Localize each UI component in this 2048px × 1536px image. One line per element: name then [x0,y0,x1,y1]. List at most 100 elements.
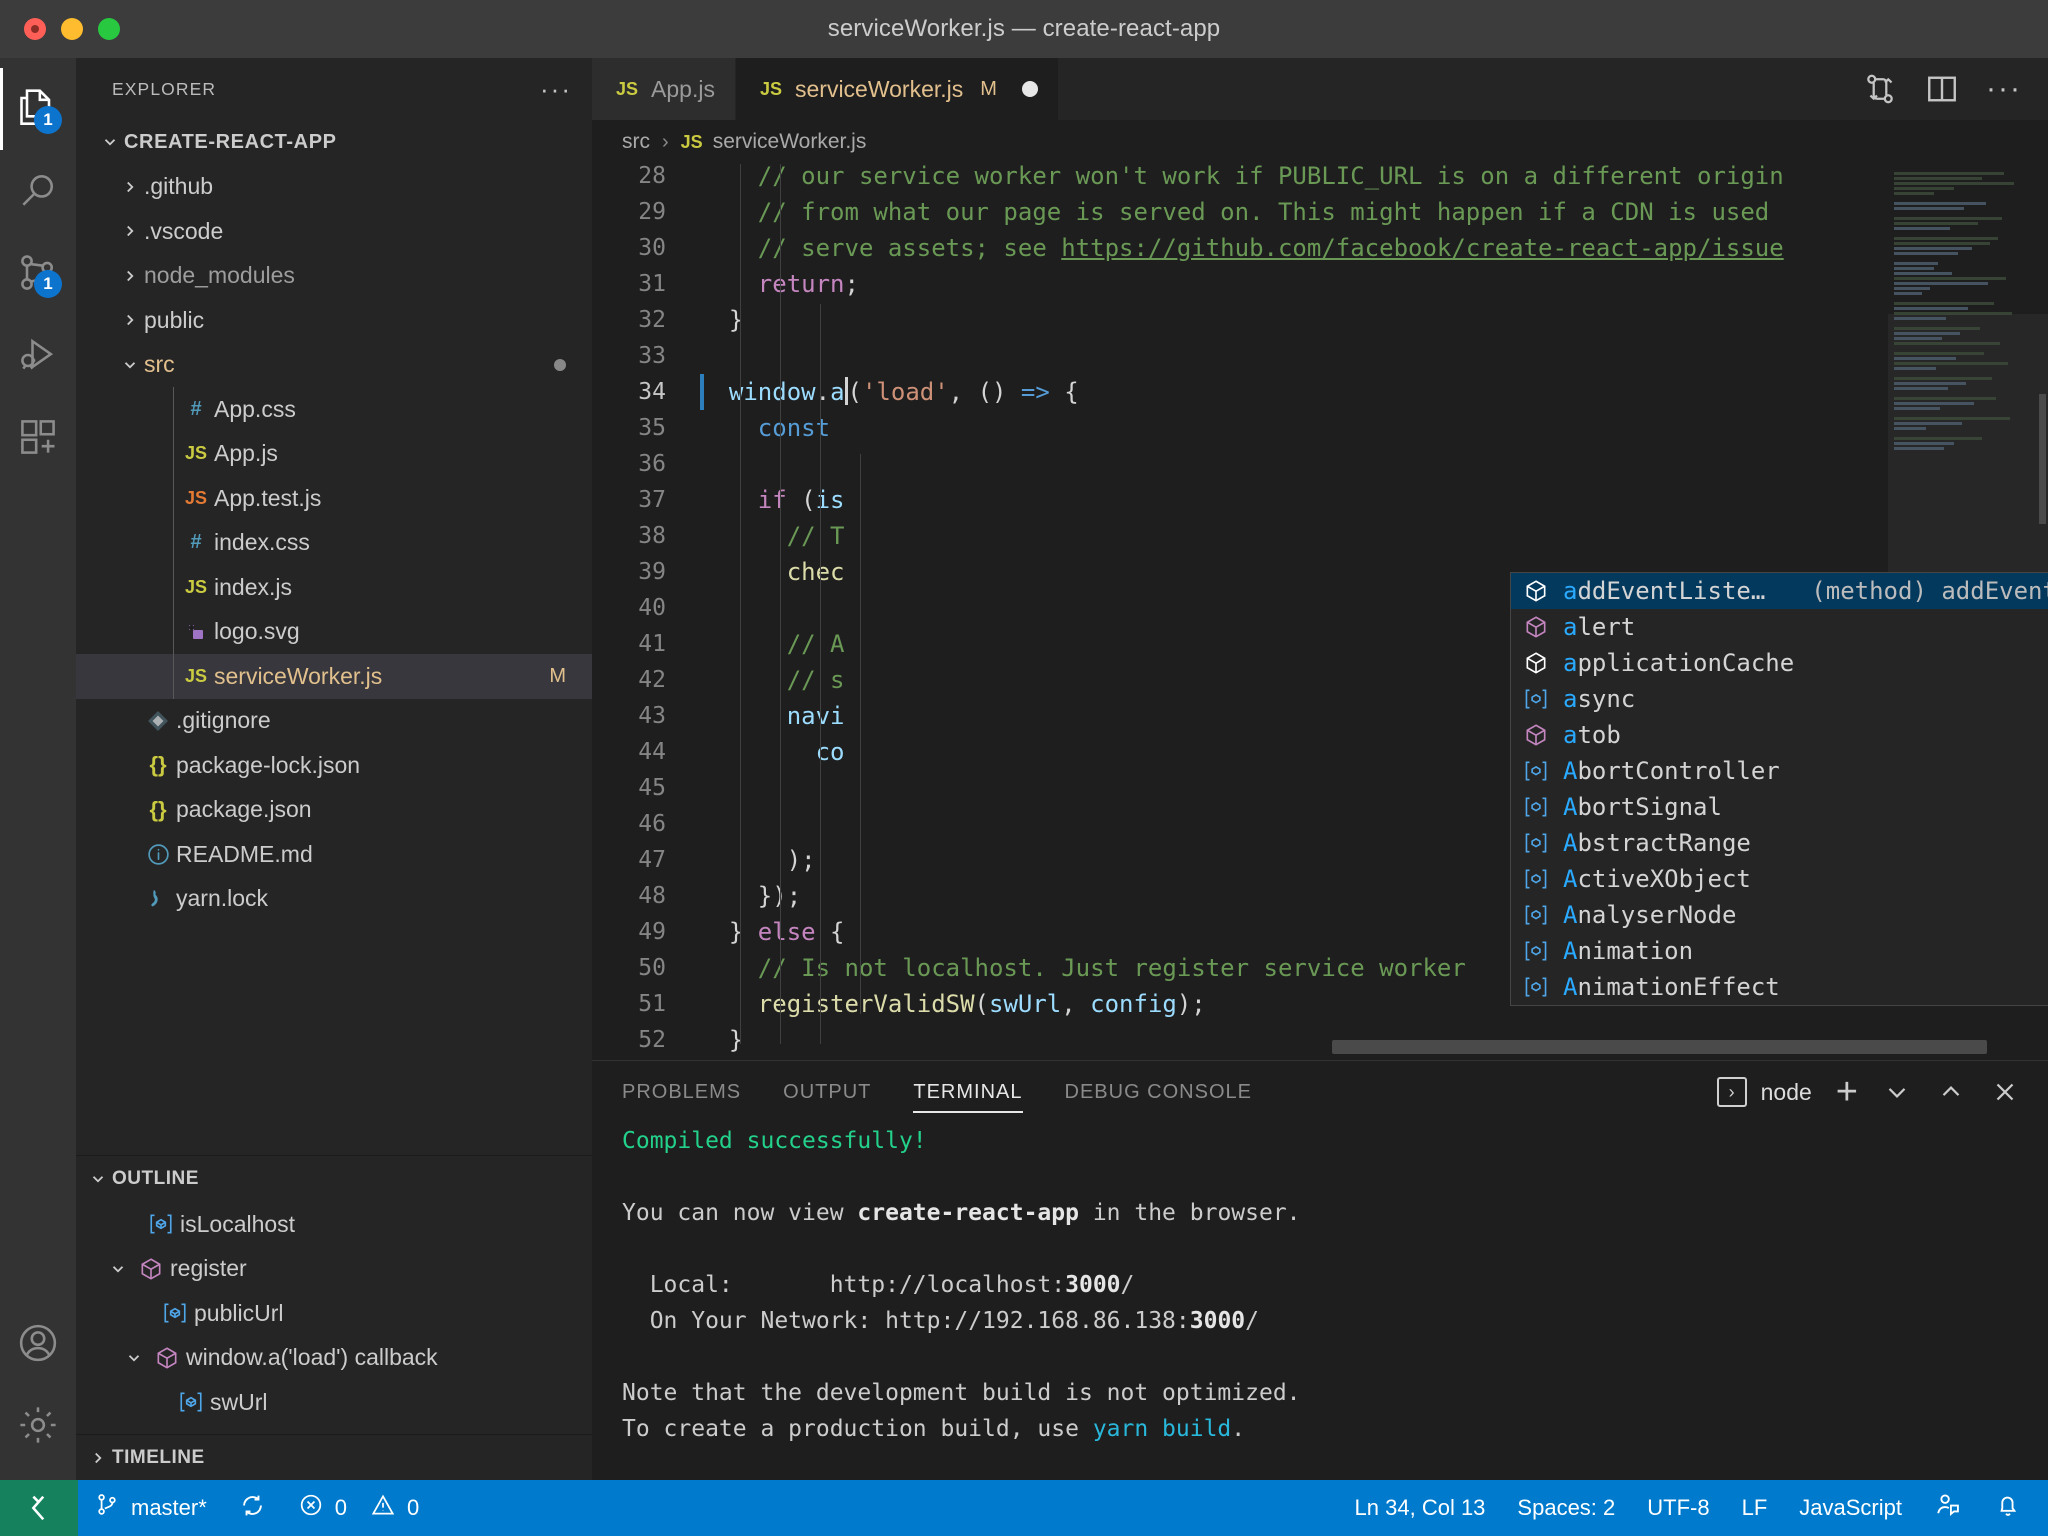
close-window-button[interactable] [24,18,46,40]
tree-item-yarn-lock[interactable]: yarn.lock [76,877,592,922]
more-actions-icon[interactable]: ··· [1986,74,2022,104]
git-branch-icon [94,1492,120,1524]
tree-item-readme-md[interactable]: README.md [76,832,592,877]
activity-bar-bottom [0,1302,76,1480]
split-diff-icon[interactable] [1862,71,1898,107]
editor-horizontal-scrollbar[interactable] [1332,1040,1987,1054]
line-text: // Is not localhost. Just register servi… [700,954,1466,982]
suggestion-item[interactable]: AbortSignal [1511,789,2048,825]
outline-item-label: window.a('load') callback [186,1344,438,1371]
minimize-window-button[interactable] [61,18,83,40]
tree-item-vscode[interactable]: .vscode [76,209,592,254]
suggestion-item[interactable]: AnalyserNode [1511,897,2048,933]
terminal-line-note1: Note that the development build is not o… [622,1380,1301,1406]
status-branch[interactable]: master* [78,1480,223,1536]
status-sync[interactable] [223,1480,282,1536]
suggestion-item[interactable]: AnimationEffect [1511,969,2048,1005]
tab-app-js[interactable]: JS App.js [592,58,736,120]
tree-item-github[interactable]: .github [76,165,592,210]
status-eol[interactable]: LF [1726,1480,1784,1536]
tree-item-app-js[interactable]: JS App.js [76,431,592,476]
suggestion-item[interactable]: AbortController [1511,753,2048,789]
terminal-selector[interactable]: › node [1716,1077,1812,1107]
tree-item-app-css[interactable]: # App.css [76,387,592,432]
activity-search[interactable] [0,150,76,232]
close-panel-icon[interactable] [1990,1077,2020,1107]
outline-item-window-load-callback[interactable]: window.a('load') callback [76,1336,592,1381]
tree-item-index-css[interactable]: # index.css [76,520,592,565]
suggestion-item[interactable]: alert [1511,609,2048,645]
suggestion-item[interactable]: addEventListe… (method) addEventListener… [1511,573,2048,609]
outline-item-islocalhost[interactable]: isLocalhost [76,1202,592,1247]
timeline-header[interactable]: TIMELINE [76,1434,592,1480]
json-icon: {} [149,752,167,778]
activity-source-control[interactable]: 1 [0,232,76,314]
split-editor-icon[interactable] [1924,71,1960,107]
breadcrumb-service-worker-js[interactable]: JS serviceWorker.js [681,130,867,154]
tree-item-logo-svg[interactable]: logo.svg [76,609,592,654]
tree-item-package-json[interactable]: {} package.json [76,788,592,833]
tab-label: App.js [651,75,715,102]
tree-item-src[interactable]: src [76,343,592,388]
activity-run-debug[interactable] [0,314,76,396]
terminal-line-note2: To create a production build, use yarn b… [622,1416,1246,1442]
status-live-share[interactable] [1918,1480,1978,1536]
tree-item-node-modules[interactable]: node_modules [76,254,592,299]
terminal-dropdown-icon[interactable] [1882,1077,1912,1107]
tree-item-label: package-lock.json [176,751,361,778]
tree-item-index-js[interactable]: JS index.js [76,565,592,610]
json-icon: {} [149,796,167,822]
tree-item-package-lock-json[interactable]: {} package-lock.json [76,743,592,788]
outline-item-register[interactable]: register [76,1247,592,1292]
activity-explorer[interactable]: 1 [0,68,76,150]
tab-output[interactable]: OUTPUT [783,1061,871,1123]
outline-item-publicurl[interactable]: publicUrl [76,1291,592,1336]
tab-dirty-indicator[interactable] [1021,81,1038,97]
tree-item-label: App.test.js [214,484,322,511]
tree-item-gitignore[interactable]: .gitignore [76,699,592,744]
status-indentation[interactable]: Spaces: 2 [1501,1480,1631,1536]
suggestion-item[interactable]: Animation [1511,933,2048,969]
tab-problems[interactable]: PROBLEMS [622,1061,741,1123]
tab-terminal[interactable]: TERMINAL [913,1061,1023,1123]
outline-item-label: navigator.serviceWorker.read [210,1433,507,1434]
outline-item-swurl[interactable]: swUrl [76,1380,592,1425]
suggestion-item[interactable]: atob [1511,717,2048,753]
chevron-right-icon [116,311,144,329]
line-number: 39 [638,559,666,585]
suggestion-item[interactable]: AbstractRange [1511,825,2048,861]
breadcrumb-src[interactable]: src [622,130,650,154]
tab-debug-console[interactable]: DEBUG CONSOLE [1065,1061,1252,1123]
editor-vertical-scrollbar[interactable] [2039,394,2046,524]
sidebar-more-actions-icon[interactable]: ··· [540,76,572,102]
maximize-window-button[interactable] [98,18,120,40]
status-language-mode[interactable]: JavaScript [1783,1480,1918,1536]
outline-item-navigator-serviceworker-ready[interactable]: navigator.serviceWorker.read [76,1425,592,1434]
variable-icon [1521,686,1551,712]
status-notifications[interactable] [1978,1480,2048,1536]
remote-window-icon[interactable] [0,1480,78,1536]
tab-service-worker-js[interactable]: JS serviceWorker.js M [735,58,1059,120]
suggestion-item[interactable]: ActiveXObject [1511,861,2048,897]
js-icon: JS [759,78,782,99]
code-line: 38 // T [592,518,2048,554]
suggestion-item[interactable]: async [1511,681,2048,717]
tree-root-create-react-app[interactable]: CREATE-REACT-APP [76,120,592,165]
tree-item-app-test-js[interactable]: JS App.test.js [76,476,592,521]
suggestion-item[interactable]: applicationCache [1511,645,2048,681]
new-terminal-icon[interactable]: + [1836,1073,1858,1111]
tree-item-service-worker-js[interactable]: JS serviceWorker.js M [76,654,592,699]
activity-extensions[interactable] [0,396,76,478]
suggestion-widget[interactable]: addEventListe… (method) addEventListener… [1510,572,2048,1006]
terminal-output[interactable]: Compiled successfully! You can now view c… [592,1123,2048,1480]
status-problems[interactable]: 0 0 [282,1480,436,1536]
tree-item-public[interactable]: public [76,298,592,343]
activity-accounts[interactable] [0,1302,76,1384]
status-cursor-position[interactable]: Ln 34, Col 13 [1339,1480,1502,1536]
status-encoding[interactable]: UTF-8 [1631,1480,1725,1536]
lock-icon [140,887,176,911]
code-editor[interactable]: 28 // our service worker won't work if P… [592,164,2048,1060]
outline-header[interactable]: OUTLINE [76,1156,592,1202]
maximize-panel-icon[interactable] [1936,1077,1966,1107]
activity-settings[interactable] [0,1384,76,1466]
